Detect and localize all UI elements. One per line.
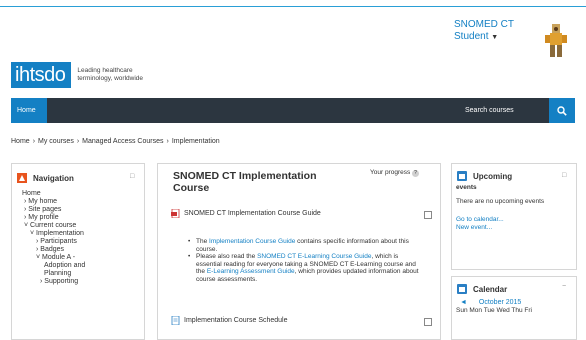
logo-text: ihtsdo <box>11 62 72 88</box>
collapse-block-icon[interactable]: □ <box>130 173 134 180</box>
search-button[interactable] <box>549 98 575 123</box>
elearning-course-guide-link[interactable]: SNOMED CT E-Learning Course Guide <box>257 253 371 260</box>
nav-item-implementation[interactable]: ˅ Implementation <box>22 230 144 238</box>
course-content: SNOMED CT Implementation Course Your pro… <box>157 163 441 340</box>
breadcrumb-home[interactable]: Home <box>11 138 30 145</box>
completion-checkbox[interactable] <box>424 318 432 326</box>
nav-home-link[interactable]: Home <box>11 98 47 123</box>
pdf-file-icon <box>171 209 180 218</box>
upcoming-events-title: Upcoming <box>473 171 513 181</box>
top-strip <box>0 0 586 7</box>
go-to-calendar-link[interactable]: Go to calendar... <box>452 216 576 224</box>
calendar-weekday-header: Sun Mon Tue Wed Thu Fri <box>456 307 532 314</box>
search-courses-input[interactable]: Search courses <box>453 98 549 123</box>
bullet-text: Please also read the <box>196 253 258 261</box>
implementation-guide-link[interactable]: Implementation Course Guide <box>209 238 295 245</box>
user-avatar[interactable] <box>541 23 571 59</box>
progress-indicator: Your progress ? <box>370 169 420 177</box>
breadcrumb-separator: › <box>76 138 80 145</box>
upcoming-events-block: Upcoming □ events There are no upcoming … <box>451 163 577 270</box>
breadcrumb: Home › My courses › Managed Access Courses › I… <box>11 138 220 145</box>
nav-item-my-home[interactable]: › My home <box>22 198 144 206</box>
no-events-message: There are no upcoming events <box>456 198 545 205</box>
upcoming-events-title-line2: events <box>456 184 477 191</box>
breadcrumb-my-courses[interactable]: My courses <box>38 138 74 145</box>
navigation-tree: Home › My home › Site pages › My profile… <box>12 186 144 286</box>
nav-item-module-a-line3[interactable]: Planning <box>22 270 144 278</box>
document-icon <box>171 316 180 325</box>
collapse-block-icon[interactable]: − <box>562 283 566 290</box>
logo-tagline: Leading healthcare terminology, worldwid… <box>77 67 144 82</box>
calendar-month-nav: ◄ October 2015 <box>460 299 521 306</box>
list-item: The Implementation Course Guide contains… <box>188 238 424 253</box>
navigation-title: Navigation <box>33 173 74 183</box>
nav-item-current-course[interactable]: ˅ Current course <box>22 222 144 230</box>
completion-checkbox[interactable] <box>424 211 432 219</box>
activity-course-schedule-label: Implementation Course Schedule <box>184 317 288 324</box>
breadcrumb-managed-access[interactable]: Managed Access Courses <box>82 138 163 145</box>
activity-course-guide-label: SNOMED CT Implementation Course Guide <box>184 210 321 217</box>
previous-month-icon[interactable]: ◄ <box>460 299 467 306</box>
site-header: ihtsdo Leading healthcare terminology, w… <box>0 7 586 92</box>
calendar-month-label[interactable]: October 2015 <box>479 299 521 306</box>
nav-item-site-pages[interactable]: › Site pages <box>22 206 144 214</box>
calendar-icon <box>457 171 467 181</box>
user-menu[interactable]: SNOMED CT Student ▼ <box>454 19 514 44</box>
activity-course-guide[interactable]: SNOMED CT Implementation Course Guide <box>171 209 321 218</box>
help-icon[interactable]: ? <box>412 170 420 177</box>
user-name-line2: Student <box>454 31 489 42</box>
user-name-line1: SNOMED CT <box>454 19 514 30</box>
guide-description: The Implementation Course Guide contains… <box>188 238 424 284</box>
nav-item-supporting[interactable]: › Supporting <box>22 278 144 286</box>
list-item: Please also read the SNOMED CT E-Learnin… <box>188 253 424 283</box>
nav-item-home[interactable]: Home <box>22 190 144 198</box>
elearning-assessment-guide-link[interactable]: E-Learning Assessment Guide <box>207 268 295 275</box>
calendar-block: Calendar − ◄ October 2015 Sun Mon Tue We… <box>451 276 577 340</box>
breadcrumb-separator: › <box>166 138 169 145</box>
new-event-link[interactable]: New event... <box>452 224 576 232</box>
caret-down-icon: ▼ <box>491 34 499 41</box>
breadcrumb-implementation: Implementation <box>171 138 220 145</box>
progress-label: Your progress <box>370 169 411 176</box>
nav-item-participants[interactable]: › Participants <box>22 238 144 246</box>
search-icon <box>557 105 567 116</box>
nav-item-my-profile[interactable]: › My profile <box>22 214 144 222</box>
collapse-block-icon[interactable]: □ <box>562 172 566 179</box>
activity-course-schedule[interactable]: Implementation Course Schedule <box>171 316 288 325</box>
navigation-block: Navigation □ Home › My home › Site pages… <box>11 163 145 340</box>
main-navbar: Home Search courses <box>11 98 575 123</box>
nav-item-badges[interactable]: › Badges <box>22 246 144 254</box>
breadcrumb-separator: › <box>32 138 36 145</box>
calendar-title: Calendar <box>473 284 508 294</box>
navigation-icon <box>17 173 27 183</box>
page-title: SNOMED CT Implementation Course <box>173 170 317 194</box>
nav-item-module-a[interactable]: ˅ Module A - <box>22 254 144 262</box>
ihtsdo-logo[interactable]: ihtsdo Leading healthcare terminology, w… <box>11 62 167 88</box>
calendar-icon <box>457 284 467 294</box>
bullet-text: The <box>196 238 210 245</box>
nav-item-module-a-line2[interactable]: Adoption and <box>22 262 144 270</box>
